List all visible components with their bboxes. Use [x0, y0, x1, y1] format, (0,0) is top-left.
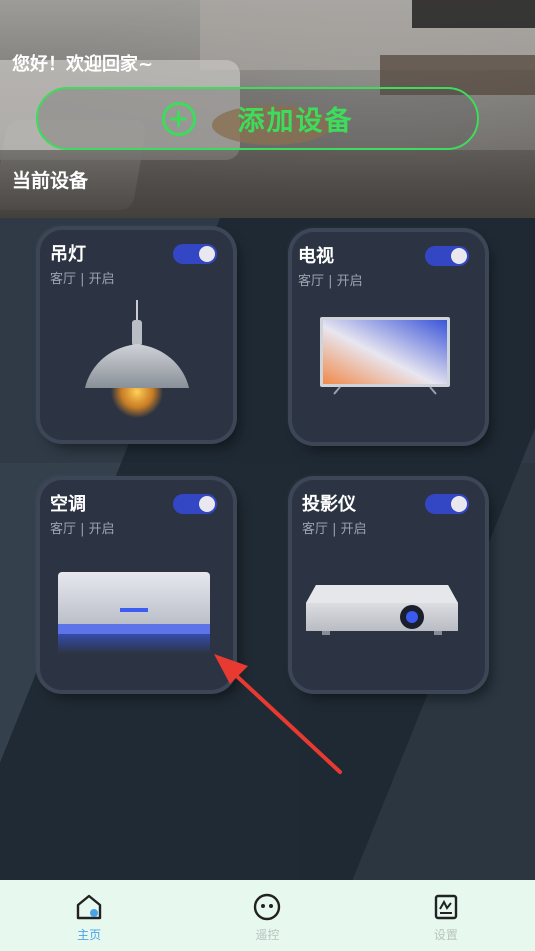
- projector-icon: [306, 585, 458, 635]
- nav-settings-label: 设置: [433, 928, 458, 942]
- power-toggle[interactable]: [425, 246, 469, 266]
- device-name: 空调: [50, 494, 86, 515]
- device-card-tv[interactable]: 电视 客厅 | 开启: [292, 232, 485, 442]
- device-name: 电视: [298, 246, 334, 267]
- greeting-text: 您好！欢迎回家~: [12, 54, 154, 75]
- home-icon: [76, 894, 102, 920]
- device-status: 客厅 | 开启: [50, 522, 115, 537]
- power-toggle[interactable]: [173, 244, 217, 264]
- nav-remote[interactable]: 遥控: [178, 880, 356, 951]
- section-title: 当前设备: [12, 170, 89, 192]
- bottom-navigation: 主页 遥控 设置: [0, 880, 535, 951]
- settings-icon: [434, 894, 458, 920]
- pendant-lamp-icon: [85, 300, 189, 418]
- tv-icon: [320, 317, 450, 395]
- remote-icon: [254, 893, 281, 921]
- device-card-projector[interactable]: 投影仪 客厅 | 开启: [292, 480, 485, 690]
- nav-home[interactable]: 主页: [0, 880, 178, 951]
- device-card-pendant-lamp[interactable]: 吊灯 客厅 | 开启: [40, 230, 233, 440]
- device-name: 投影仪: [302, 494, 356, 515]
- device-status: 客厅 | 开启: [50, 272, 115, 287]
- device-card-air-conditioner[interactable]: 空调 客厅 | 开启: [40, 480, 233, 690]
- device-status: 客厅 | 开启: [298, 274, 363, 289]
- nav-settings[interactable]: 设置: [357, 880, 535, 951]
- plus-circle-icon: +: [161, 101, 196, 136]
- power-toggle[interactable]: [425, 494, 469, 514]
- add-device-button[interactable]: + 添加设备: [36, 87, 479, 150]
- air-conditioner-icon: [58, 572, 210, 654]
- nav-remote-label: 遥控: [255, 928, 280, 942]
- device-name: 吊灯: [50, 244, 86, 265]
- device-status: 客厅 | 开启: [302, 522, 367, 537]
- power-toggle[interactable]: [173, 494, 217, 514]
- add-device-label: 添加设备: [237, 106, 354, 137]
- nav-home-label: 主页: [77, 928, 102, 942]
